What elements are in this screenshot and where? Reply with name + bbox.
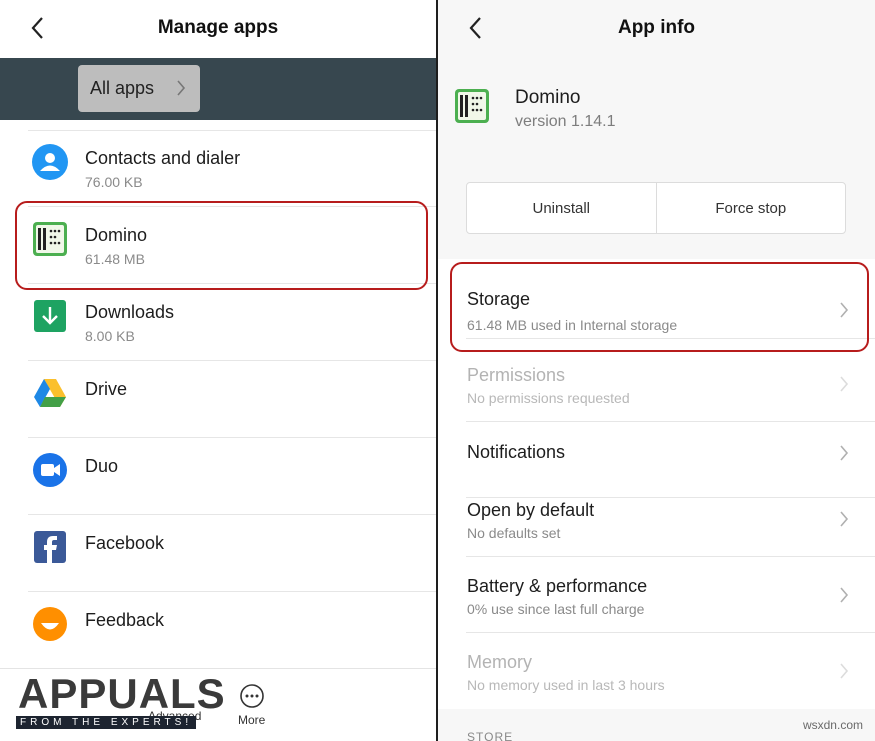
back-button[interactable] xyxy=(460,12,492,44)
appuals-watermark: APPUALS FROM THE EXPERTS! xyxy=(6,670,231,736)
all-apps-dropdown[interactable]: All apps xyxy=(78,65,200,112)
more-label: More xyxy=(238,713,266,727)
duo-icon xyxy=(33,453,67,487)
app-name: Drive xyxy=(85,379,128,399)
settings-item-title: Permissions xyxy=(467,365,566,385)
manage-apps-screen: Manage apps All apps Contacts and dialer… xyxy=(0,0,436,741)
section-label: STORE xyxy=(467,730,514,741)
app-name: Domino xyxy=(515,87,581,108)
watermark-logo: APPUALS xyxy=(18,670,226,717)
back-arrow-icon xyxy=(469,17,481,39)
storage-highlight-annotation xyxy=(450,262,869,352)
app-size: 76.00 KB xyxy=(85,174,143,190)
chevron-right-icon xyxy=(840,376,849,392)
domino-icon xyxy=(455,89,489,123)
settings-item-title: Battery & performance xyxy=(467,576,648,596)
top-bar: Manage apps xyxy=(0,0,436,56)
settings-item-subtitle: No permissions requested xyxy=(467,390,630,406)
app-header: Domino version 1.14.1 xyxy=(438,56,875,166)
app-name: Duo xyxy=(85,456,119,476)
contacts-icon xyxy=(32,144,68,180)
settings-item-memory[interactable]: Memory No memory used in last 3 hours xyxy=(438,633,875,709)
app-name: Downloads xyxy=(85,302,175,322)
app-version: version 1.14.1 xyxy=(515,113,616,130)
list-item-feedback[interactable]: Feedback xyxy=(0,592,436,669)
list-item-contacts-and-dialer[interactable]: Contacts and dialer 76.00 KB xyxy=(0,130,436,207)
settings-item-subtitle: No memory used in last 3 hours xyxy=(467,677,665,693)
domino-highlight-annotation xyxy=(15,201,428,290)
more-icon xyxy=(239,684,264,708)
list-item-facebook[interactable]: Facebook xyxy=(0,515,436,592)
settings-item-permissions[interactable]: Permissions No permissions requested xyxy=(438,346,875,422)
page-title: App info xyxy=(617,17,696,38)
chevron-right-icon xyxy=(840,587,849,603)
feedback-icon xyxy=(33,607,67,641)
downloads-icon xyxy=(34,300,66,332)
facebook-icon xyxy=(34,531,66,563)
settings-item-open-by-default[interactable]: Open by default No defaults set xyxy=(438,481,875,557)
all-apps-label: All apps xyxy=(90,78,155,98)
watermark-tagline: FROM THE EXPERTS! xyxy=(16,716,197,729)
uninstall-button[interactable]: Uninstall xyxy=(467,183,656,233)
filter-bar: All apps xyxy=(0,58,436,120)
action-buttons: Uninstall Force stop xyxy=(466,182,846,234)
chevron-right-icon xyxy=(840,445,849,461)
site-watermark: wsxdn.com xyxy=(802,718,863,732)
list-item-downloads[interactable]: Downloads 8.00 KB xyxy=(0,284,436,361)
top-bar: App info xyxy=(438,0,875,56)
settings-item-title: Notifications xyxy=(467,442,566,462)
chevron-right-icon xyxy=(840,511,849,527)
page-title: Manage apps xyxy=(157,17,279,38)
more-button[interactable]: More xyxy=(238,683,265,727)
chevron-right-icon xyxy=(177,80,186,96)
chevron-right-icon xyxy=(840,663,849,679)
app-size: 8.00 KB xyxy=(85,328,135,344)
back-arrow-icon xyxy=(31,17,43,39)
settings-item-subtitle: 0% use since last full charge xyxy=(467,601,645,617)
list-item-duo[interactable]: Duo xyxy=(0,438,436,515)
settings-item-subtitle: No defaults set xyxy=(467,525,561,541)
drive-icon xyxy=(34,379,66,407)
app-name: Facebook xyxy=(85,533,165,553)
list-item-drive[interactable]: Drive xyxy=(0,361,436,438)
settings-item-title: Memory xyxy=(467,652,533,672)
app-name: Feedback xyxy=(85,610,165,630)
app-name: Contacts and dialer xyxy=(85,148,241,168)
force-stop-button[interactable]: Force stop xyxy=(655,183,846,233)
settings-item-battery-performance[interactable]: Battery & performance 0% use since last … xyxy=(438,557,875,633)
back-button[interactable] xyxy=(22,12,54,44)
app-info-screen: App info Domino version 1.14.1 Uninstall… xyxy=(438,0,875,741)
settings-item-title: Open by default xyxy=(467,500,595,520)
